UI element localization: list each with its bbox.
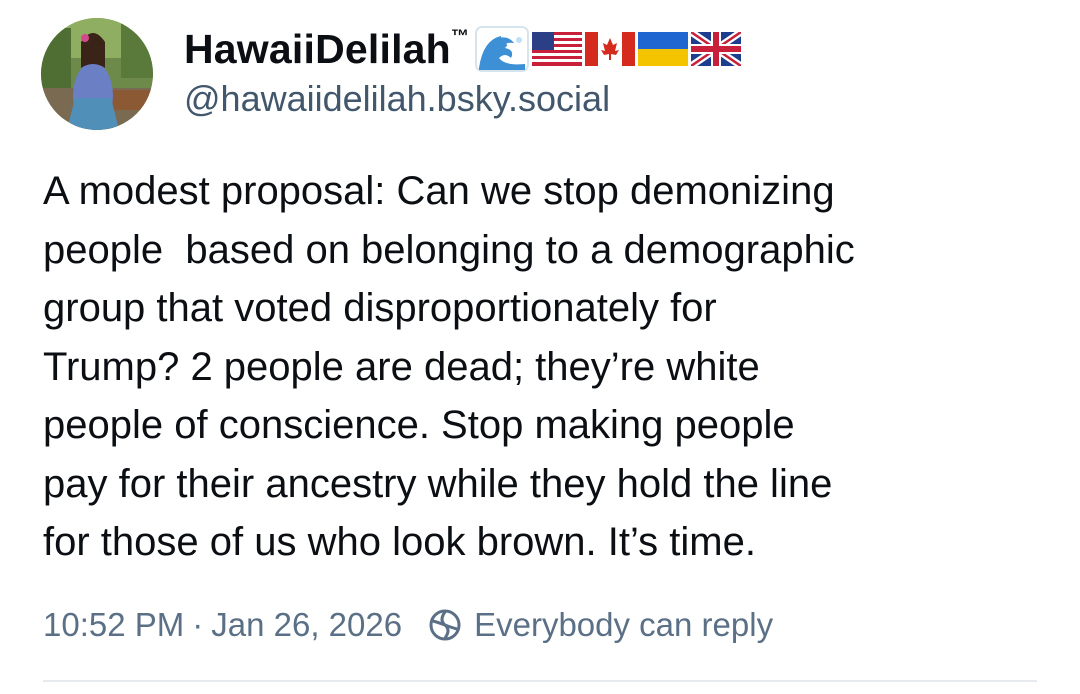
- reply-setting[interactable]: Everybody can reply: [474, 606, 773, 644]
- display-name-text: HawaiiDelilah: [184, 25, 451, 72]
- avatar-photo: [41, 18, 153, 130]
- display-name-row: HawaiiDelilah™: [184, 22, 742, 76]
- water-wave-icon: [475, 26, 530, 72]
- author-identity: HawaiiDelilah™ @hawaiidelilah.bsky.socia…: [184, 22, 742, 120]
- trademark-symbol: ™: [450, 25, 470, 46]
- meta-separator: ·: [192, 606, 204, 643]
- avatar[interactable]: [41, 18, 153, 130]
- us-flag-icon: [532, 32, 583, 66]
- name-emojis: [475, 26, 742, 72]
- uk-flag-icon: [691, 32, 742, 66]
- author-handle[interactable]: @hawaiidelilah.bsky.social: [184, 78, 741, 120]
- canada-flag-icon: [585, 32, 636, 66]
- everybody-can-reply-icon: [428, 608, 462, 642]
- post-text: A modest proposal: Can we stop demonizin…: [43, 169, 855, 564]
- post-detail: HawaiiDelilah™ @hawaiidelilah.bsky.socia…: [0, 0, 1080, 694]
- divider: [43, 680, 1037, 682]
- post-meta: 10:52 PM · Jan 26, 2026 Everybody can re…: [43, 600, 773, 650]
- post-time[interactable]: 10:52 PM: [43, 606, 184, 644]
- display-name[interactable]: HawaiiDelilah™: [184, 26, 469, 73]
- post-date[interactable]: Jan 26, 2026: [211, 606, 402, 644]
- ukraine-flag-icon: [638, 32, 689, 66]
